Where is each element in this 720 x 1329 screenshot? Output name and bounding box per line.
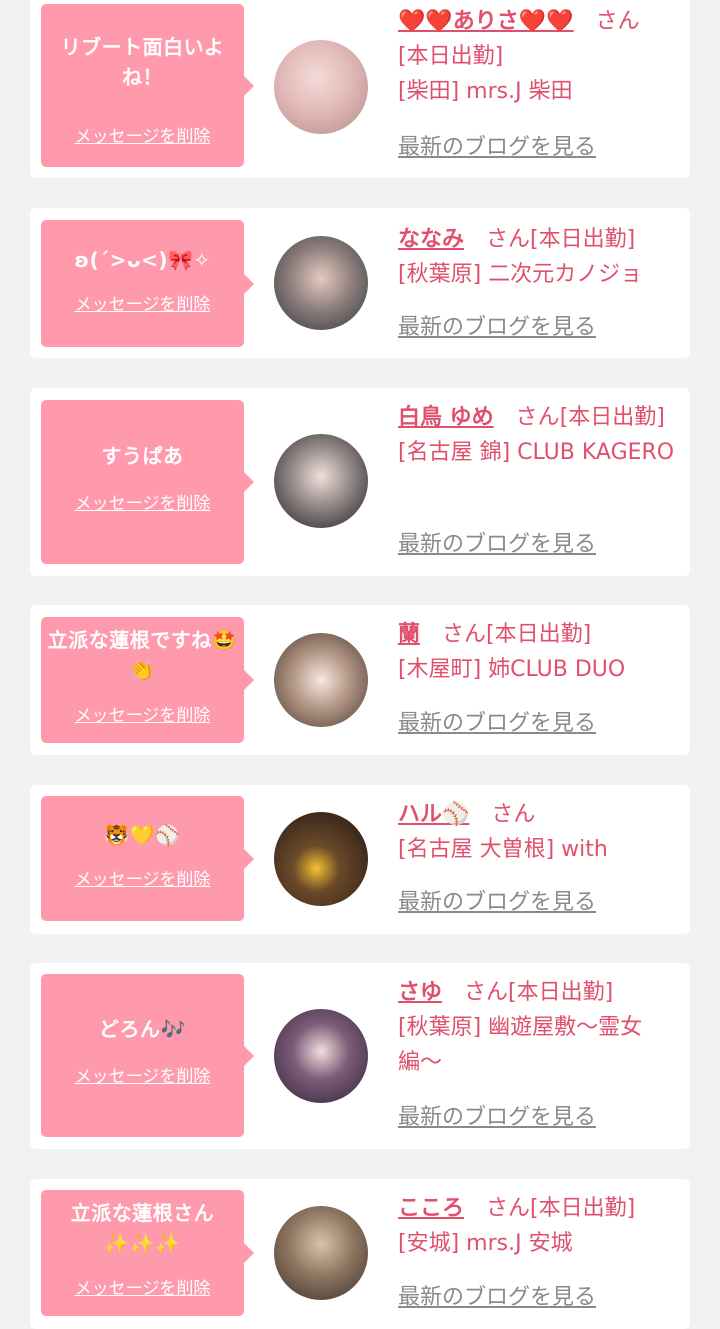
avatar[interactable] [274,1206,368,1300]
attendance-status: [本日出勤] [559,405,665,430]
latest-blog-link[interactable]: 最新のブログを見る [398,530,596,560]
latest-blog-link[interactable]: 最新のブログを見る [398,1283,596,1313]
cast-name-link[interactable]: さゆ [398,980,442,1005]
message-text: すうぱあ [101,444,184,468]
attendance-status: [本日出勤] [398,44,504,69]
delete-message-link[interactable]: メッセージを削除 [41,1066,244,1088]
honorific: さん [464,980,509,1005]
message-text: リブート面白いよね！ [60,35,225,89]
avatar[interactable] [274,812,368,906]
cast-info: こころ さん[本日出勤] [安城] mrs.J 安城 [398,1191,684,1261]
message-card: リブート面白いよね！ メッセージを削除 ❤️❤️ありさ❤️❤️ さん [本日出勤]… [30,0,690,178]
message-text: 🐯💛⚾ [104,823,181,847]
honorific: さん [595,9,640,34]
message-bubble: ʚ(ˊ>ᴗ<)🎀✧ メッセージを削除 [41,220,254,347]
cast-name-link[interactable]: 蘭 [398,622,420,647]
latest-blog-link[interactable]: 最新のブログを見る [398,313,596,343]
shop-name: [秋葉原] 幽遊屋敷〜霊女編〜 [398,1015,643,1075]
cast-info: ななみ さん[本日出勤] [秋葉原] 二次元カノジョ [398,222,684,292]
cast-name-link[interactable]: こころ [398,1196,464,1221]
message-bubble: すうぱあ メッセージを削除 [41,400,254,564]
honorific: さん [486,227,531,252]
cast-info: ❤️❤️ありさ❤️❤️ さん [本日出勤] [柴田] mrs.J 柴田 [398,4,684,109]
shop-name: [柴田] mrs.J 柴田 [398,79,573,104]
attendance-status: [本日出勤] [530,227,636,252]
shop-name: [安城] mrs.J 安城 [398,1231,573,1256]
honorific: さん [442,622,487,647]
message-bubble: 立派な蓮根ですね🤩👏 メッセージを削除 [41,617,254,743]
shop-name: [秋葉原] 二次元カノジョ [398,262,643,287]
honorific: さん [491,802,536,827]
delete-message-link[interactable]: メッセージを削除 [41,869,244,891]
attendance-status: [本日出勤] [486,622,592,647]
delete-message-link[interactable]: メッセージを削除 [41,126,244,148]
message-card: どろん🎶 メッセージを削除 さゆ さん[本日出勤] [秋葉原] 幽遊屋敷〜霊女編〜… [30,963,690,1149]
cast-info: 蘭さん[本日出勤] [木屋町] 姉CLUB DUO [398,617,684,687]
message-bubble: リブート面白いよね！ メッセージを削除 [41,4,254,167]
cast-name-link[interactable]: ❤️❤️ありさ❤️❤️ [398,9,574,34]
attendance-status: [本日出勤] [508,980,614,1005]
delete-message-link[interactable]: メッセージを削除 [41,493,244,515]
message-bubble: 立派な蓮根さん✨✨✨ メッセージを削除 [41,1190,254,1316]
cast-name-link[interactable]: ななみ [398,227,464,252]
avatar[interactable] [274,40,368,134]
delete-message-link[interactable]: メッセージを削除 [41,294,244,316]
avatar[interactable] [274,633,368,727]
message-text: 立派な蓮根さん✨✨✨ [70,1201,215,1255]
message-bubble: 🐯💛⚾ メッセージを削除 [41,796,254,921]
avatar[interactable] [274,236,368,330]
cast-name-link[interactable]: ハル⚾ [398,802,469,827]
cast-info: ハル⚾ さん [名古屋 大曽根] with [398,797,684,867]
honorific: さん [515,405,560,430]
message-bubble: どろん🎶 メッセージを削除 [41,974,254,1137]
latest-blog-link[interactable]: 最新のブログを見る [398,888,596,918]
message-card: ʚ(ˊ>ᴗ<)🎀✧ メッセージを削除 ななみ さん[本日出勤] [秋葉原] 二次元… [30,208,690,358]
message-text: 立派な蓮根ですね🤩👏 [47,628,238,682]
message-card: 立派な蓮根ですね🤩👏 メッセージを削除 蘭さん[本日出勤] [木屋町] 姉CLU… [30,605,690,755]
message-card: 🐯💛⚾ メッセージを削除 ハル⚾ さん [名古屋 大曽根] with 最新のブログ… [30,785,690,934]
message-text: ʚ(ˊ>ᴗ<)🎀✧ [74,248,211,272]
delete-message-link[interactable]: メッセージを削除 [41,705,244,727]
avatar[interactable] [274,1009,368,1103]
message-card: 立派な蓮根さん✨✨✨ メッセージを削除 こころ さん[本日出勤] [安城] mrs… [30,1179,690,1329]
shop-name: [名古屋 錦] CLUB KAGERO [398,440,675,465]
message-text: どろん🎶 [99,1017,186,1041]
latest-blog-link[interactable]: 最新のブログを見る [398,709,596,739]
honorific: さん [486,1196,531,1221]
cast-name-link[interactable]: 白鳥 ゆめ [398,405,494,430]
latest-blog-link[interactable]: 最新のブログを見る [398,133,596,163]
shop-name: [名古屋 大曽根] with [398,837,608,862]
shop-name: [木屋町] 姉CLUB DUO [398,657,626,682]
cast-info: 白鳥 ゆめ さん[本日出勤] [名古屋 錦] CLUB KAGERO [398,400,684,470]
message-card: すうぱあ メッセージを削除 白鳥 ゆめ さん[本日出勤] [名古屋 錦] CLUB… [30,388,690,576]
latest-blog-link[interactable]: 最新のブログを見る [398,1103,596,1133]
cast-info: さゆ さん[本日出勤] [秋葉原] 幽遊屋敷〜霊女編〜 [398,975,684,1080]
attendance-status: [本日出勤] [530,1196,636,1221]
avatar[interactable] [274,434,368,528]
delete-message-link[interactable]: メッセージを削除 [41,1278,244,1300]
